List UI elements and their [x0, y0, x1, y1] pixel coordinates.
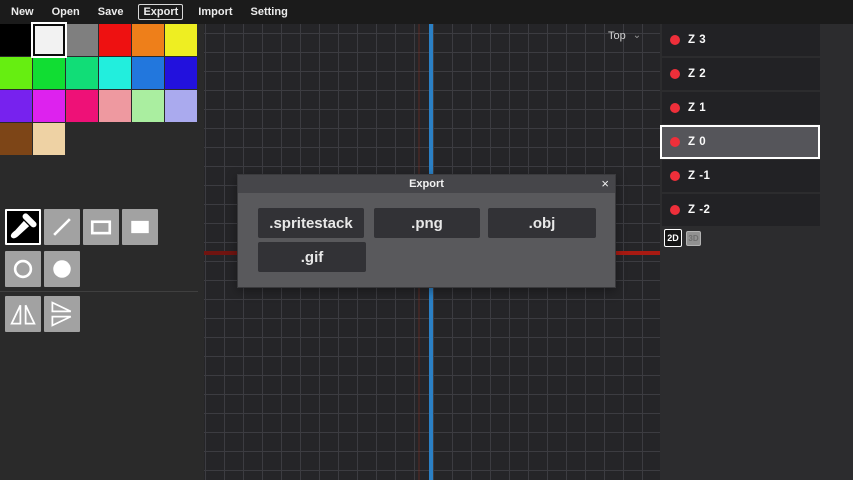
layer-row-z0-selected[interactable]: Z 0 — [660, 125, 820, 159]
layer-label: Z -2 — [688, 204, 710, 216]
layer-row-z-2[interactable]: Z -2 — [662, 194, 820, 226]
view-direction-dropdown[interactable]: Top ⌄ — [608, 30, 641, 42]
color-swatch-selected[interactable] — [33, 24, 65, 56]
chevron-down-icon: ⌄ — [633, 32, 641, 40]
layer-row-z1[interactable]: Z 1 — [662, 92, 820, 124]
color-swatch[interactable] — [165, 57, 197, 89]
layers-sidebar: Z 3 Z 2 Z 1 Z 0 Z -1 Z -2 2D 3D — [660, 24, 853, 480]
brush-icon — [9, 213, 37, 241]
flip-vertical-icon — [48, 300, 76, 328]
color-swatch[interactable] — [132, 57, 164, 89]
color-swatch[interactable] — [132, 90, 164, 122]
view-3d-toggle-button[interactable]: 3D — [686, 231, 701, 246]
menu-bar: New Open Save Export Import Setting — [0, 0, 853, 24]
color-swatch[interactable] — [66, 24, 98, 56]
circle-filled-tool-button[interactable] — [44, 251, 80, 287]
color-swatch[interactable] — [33, 123, 65, 155]
circle-filled-icon — [48, 255, 76, 283]
export-dialog-title: Export — [238, 175, 615, 193]
layer-dot-icon — [670, 103, 680, 113]
export-spritestack-button[interactable]: .spritestack — [258, 208, 364, 238]
color-swatch[interactable] — [99, 24, 131, 56]
color-swatch[interactable] — [0, 57, 32, 89]
color-palette — [0, 24, 199, 155]
export-dialog: Export × .spritestack .png .obj .gif — [237, 174, 616, 288]
flip-vertical-tool-button[interactable] — [44, 296, 80, 332]
color-swatch[interactable] — [66, 57, 98, 89]
close-icon[interactable]: × — [601, 175, 609, 193]
circle-outline-tool-button[interactable] — [5, 251, 41, 287]
color-swatch[interactable] — [33, 90, 65, 122]
color-swatch[interactable] — [132, 24, 164, 56]
view-direction-label: Top — [608, 30, 626, 42]
line-icon — [48, 213, 76, 241]
layer-dot-icon — [670, 205, 680, 215]
rect-filled-tool-button[interactable] — [122, 209, 158, 245]
color-swatch[interactable] — [99, 90, 131, 122]
menu-item-setting[interactable]: Setting — [248, 4, 291, 20]
brush-tool-button[interactable] — [5, 209, 41, 245]
flip-horizontal-tool-button[interactable] — [5, 296, 41, 332]
line-tool-button[interactable] — [44, 209, 80, 245]
left-tool-panel — [0, 24, 204, 480]
rect-outline-icon — [87, 213, 115, 241]
view-2d-toggle-button[interactable]: 2D — [664, 229, 682, 247]
export-png-button[interactable]: .png — [374, 208, 480, 238]
layer-dot-icon — [670, 69, 680, 79]
layer-label: Z 1 — [688, 102, 706, 114]
layer-dot-icon — [670, 171, 680, 181]
menu-item-new[interactable]: New — [8, 4, 37, 20]
rect-filled-icon — [126, 213, 154, 241]
color-swatch[interactable] — [33, 57, 65, 89]
layer-dot-icon — [670, 35, 680, 45]
tools-divider — [0, 291, 198, 292]
layer-row-z-1[interactable]: Z -1 — [662, 160, 820, 192]
layer-label: Z -1 — [688, 170, 710, 182]
flip-horizontal-icon — [9, 300, 37, 328]
export-obj-button[interactable]: .obj — [488, 208, 596, 238]
rect-outline-tool-button[interactable] — [83, 209, 119, 245]
color-swatch[interactable] — [99, 57, 131, 89]
color-swatch[interactable] — [165, 90, 197, 122]
menu-item-export[interactable]: Export — [138, 4, 183, 20]
color-swatch[interactable] — [0, 123, 32, 155]
export-gif-button[interactable]: .gif — [258, 242, 366, 272]
layer-label: Z 3 — [688, 34, 706, 46]
color-swatch[interactable] — [165, 24, 197, 56]
color-swatch[interactable] — [0, 24, 32, 56]
menu-item-open[interactable]: Open — [49, 4, 83, 20]
layer-label: Z 2 — [688, 68, 706, 80]
layer-dot-icon — [670, 137, 680, 147]
layer-row-z3[interactable]: Z 3 — [662, 24, 820, 56]
color-swatch[interactable] — [0, 90, 32, 122]
menu-item-save[interactable]: Save — [95, 4, 127, 20]
menu-item-import[interactable]: Import — [195, 4, 235, 20]
layer-label: Z 0 — [688, 136, 706, 148]
color-swatch[interactable] — [66, 90, 98, 122]
export-dialog-titlebar[interactable]: Export × — [238, 175, 615, 193]
layer-row-z2[interactable]: Z 2 — [662, 58, 820, 90]
circle-outline-icon — [9, 255, 37, 283]
